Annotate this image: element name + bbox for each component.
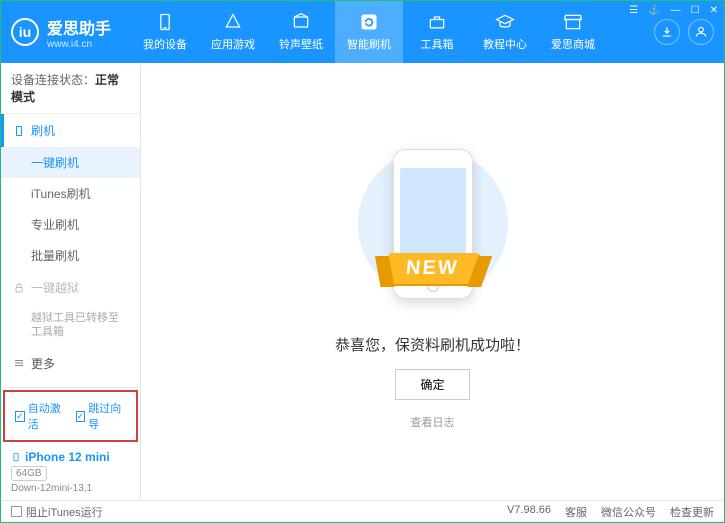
device-info[interactable]: iPhone 12 mini 64GB Down-12mini-13,1 — [1, 444, 140, 500]
apps-icon — [223, 12, 243, 32]
sidebar-item-other-tools[interactable]: 其他工具 — [1, 380, 140, 387]
sidebar-group-jailbreak[interactable]: 一键越狱 — [1, 271, 140, 304]
nav-tutorials[interactable]: 教程中心 — [471, 1, 539, 63]
checkbox-auto-activate[interactable]: ✓自动激活 — [15, 400, 66, 432]
nav-ringtones[interactable]: 铃声壁纸 — [267, 1, 335, 63]
window-controls: ☰ ⚓ — ☐ ✕ — [629, 5, 718, 16]
checkbox-block-itunes[interactable]: 阻止iTunes运行 — [11, 504, 103, 520]
device-model: Down-12mini-13,1 — [11, 483, 130, 494]
new-ribbon: NEW — [387, 253, 478, 284]
checkbox-skip-guide[interactable]: ✓跳过向导 — [76, 400, 127, 432]
check-update-link[interactable]: 检查更新 — [670, 504, 714, 520]
confirm-button[interactable]: 确定 — [395, 369, 469, 400]
sidebar-item-pro-flash[interactable]: 专业刷机 — [1, 209, 140, 240]
sidebar: 设备连接状态：正常模式 刷机 一键刷机 iTunes刷机 专业刷机 批量刷机 一… — [1, 63, 141, 500]
nav-store[interactable]: 爱思商城 — [539, 1, 607, 63]
logo-icon: iu — [11, 18, 39, 46]
download-button[interactable] — [654, 19, 680, 45]
header-actions — [654, 19, 714, 45]
minimize-icon[interactable]: — — [671, 5, 681, 16]
device-icon — [11, 450, 21, 464]
nav-smart-flash[interactable]: 智能刷机 — [335, 1, 403, 63]
success-message: 恭喜您，保资料刷机成功啦！ — [335, 334, 530, 355]
wallpaper-icon — [291, 12, 311, 32]
wechat-link[interactable]: 微信公众号 — [601, 504, 656, 520]
user-button[interactable] — [688, 19, 714, 45]
close-icon[interactable]: ✕ — [710, 5, 718, 16]
statusbar: 阻止iTunes运行 V7.98.66 客服 微信公众号 检查更新 — [1, 500, 724, 522]
download-icon — [660, 25, 674, 39]
pin-icon[interactable]: ⚓ — [648, 5, 660, 16]
sidebar-item-oneclick-flash[interactable]: 一键刷机 — [1, 147, 140, 178]
nav-my-device[interactable]: 我的设备 — [131, 1, 199, 63]
version-label: V7.98.66 — [507, 504, 551, 520]
sidebar-item-batch-flash[interactable]: 批量刷机 — [1, 240, 140, 271]
device-storage: 64GB — [11, 466, 47, 481]
nav-toolbox[interactable]: 工具箱 — [403, 1, 471, 63]
store-icon — [563, 12, 583, 32]
graduation-icon — [495, 12, 515, 32]
refresh-icon — [359, 12, 379, 32]
app-url: www.i4.cn — [47, 39, 111, 50]
content: NEW 恭喜您，保资料刷机成功啦！ 确定 查看日志 — [141, 63, 724, 500]
maximize-icon[interactable]: ☐ — [691, 5, 700, 16]
header: ☰ ⚓ — ☐ ✕ iu 爱思助手 www.i4.cn 我的设备 应用游戏 铃声… — [1, 1, 724, 63]
success-illustration: NEW — [348, 134, 518, 314]
support-link[interactable]: 客服 — [565, 504, 587, 520]
phone-small-icon — [13, 125, 25, 137]
toolbox-icon — [427, 12, 447, 32]
lock-icon — [13, 282, 25, 294]
sidebar-group-flash[interactable]: 刷机 — [1, 114, 140, 147]
sidebar-jailbreak-note: 越狱工具已转移至工具箱 — [1, 304, 140, 347]
view-log-link[interactable]: 查看日志 — [411, 414, 455, 430]
sidebar-item-itunes-flash[interactable]: iTunes刷机 — [1, 178, 140, 209]
device-name: iPhone 12 mini — [11, 450, 130, 464]
checkbox-row: ✓自动激活 ✓跳过向导 — [3, 390, 138, 442]
connection-status: 设备连接状态：正常模式 — [1, 63, 140, 114]
phone-icon — [155, 12, 175, 32]
sidebar-group-more[interactable]: 更多 — [1, 347, 140, 380]
user-icon — [694, 25, 708, 39]
nav-apps-games[interactable]: 应用游戏 — [199, 1, 267, 63]
menu-icon[interactable]: ☰ — [629, 5, 638, 16]
logo: iu 爱思助手 www.i4.cn — [11, 15, 111, 50]
nav: 我的设备 应用游戏 铃声壁纸 智能刷机 工具箱 教程中心 爱思商城 — [131, 1, 654, 63]
menu-lines-icon — [13, 357, 25, 369]
app-name: 爱思助手 — [47, 15, 111, 39]
